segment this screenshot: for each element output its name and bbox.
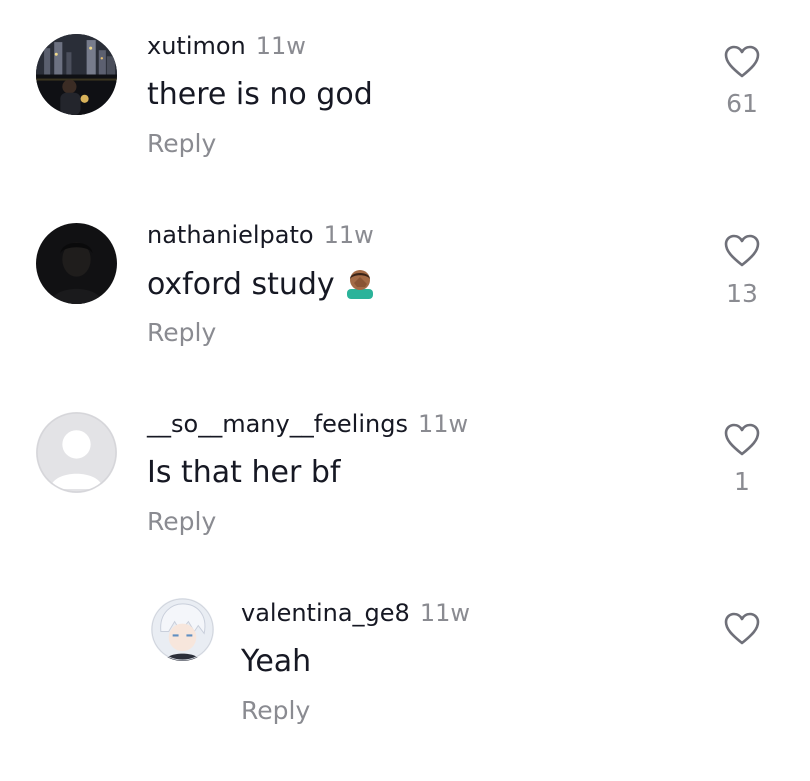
like-count: 1: [734, 467, 750, 496]
timestamp: 11w: [419, 599, 470, 627]
username[interactable]: xutimon: [147, 32, 246, 60]
comment-text-content: oxford study: [147, 267, 335, 302]
like-count: 61: [726, 89, 758, 118]
like-button[interactable]: [722, 42, 762, 82]
comment-header: xutimon 11w: [147, 31, 306, 61]
timestamp: 11w: [255, 32, 306, 60]
avatar[interactable]: [36, 412, 117, 493]
reply-button[interactable]: Reply: [147, 507, 216, 537]
heart-icon: [724, 234, 760, 267]
username[interactable]: __so__many__feelings: [147, 410, 408, 438]
reply-button[interactable]: Reply: [147, 129, 216, 159]
timestamp: 11w: [417, 410, 469, 438]
username[interactable]: valentina_ge8: [241, 599, 410, 627]
avatar[interactable]: [36, 34, 117, 115]
default-user-avatar: [36, 412, 117, 493]
comment-text: Yeah: [241, 644, 312, 679]
city-night-photo-avatar: [36, 34, 117, 115]
facepalm-emoji-icon: [343, 265, 377, 299]
like-button[interactable]: [722, 609, 762, 649]
heart-icon: [724, 423, 760, 456]
like-button[interactable]: [722, 420, 762, 460]
heart-icon: [724, 612, 760, 645]
timestamp: 11w: [323, 221, 374, 249]
anime-character-avatar: [151, 598, 214, 661]
comment-text: Is that her bf: [147, 455, 341, 490]
like-button[interactable]: [722, 231, 762, 271]
comment-header: __so__many__feelings 11w: [147, 409, 468, 439]
reply-button[interactable]: Reply: [147, 318, 216, 348]
comment-header: nathanielpato 11w: [147, 220, 374, 250]
dark-selfie-avatar: [36, 223, 117, 304]
reply-button[interactable]: Reply: [241, 696, 310, 726]
username[interactable]: nathanielpato: [147, 221, 314, 249]
comment-text: there is no god: [147, 77, 373, 112]
avatar[interactable]: [151, 598, 214, 661]
comment-text: oxford study: [147, 265, 377, 304]
avatar[interactable]: [36, 223, 117, 304]
heart-icon: [724, 45, 760, 78]
like-count: 13: [726, 279, 758, 308]
comment-header: valentina_ge8 11w: [241, 598, 470, 628]
